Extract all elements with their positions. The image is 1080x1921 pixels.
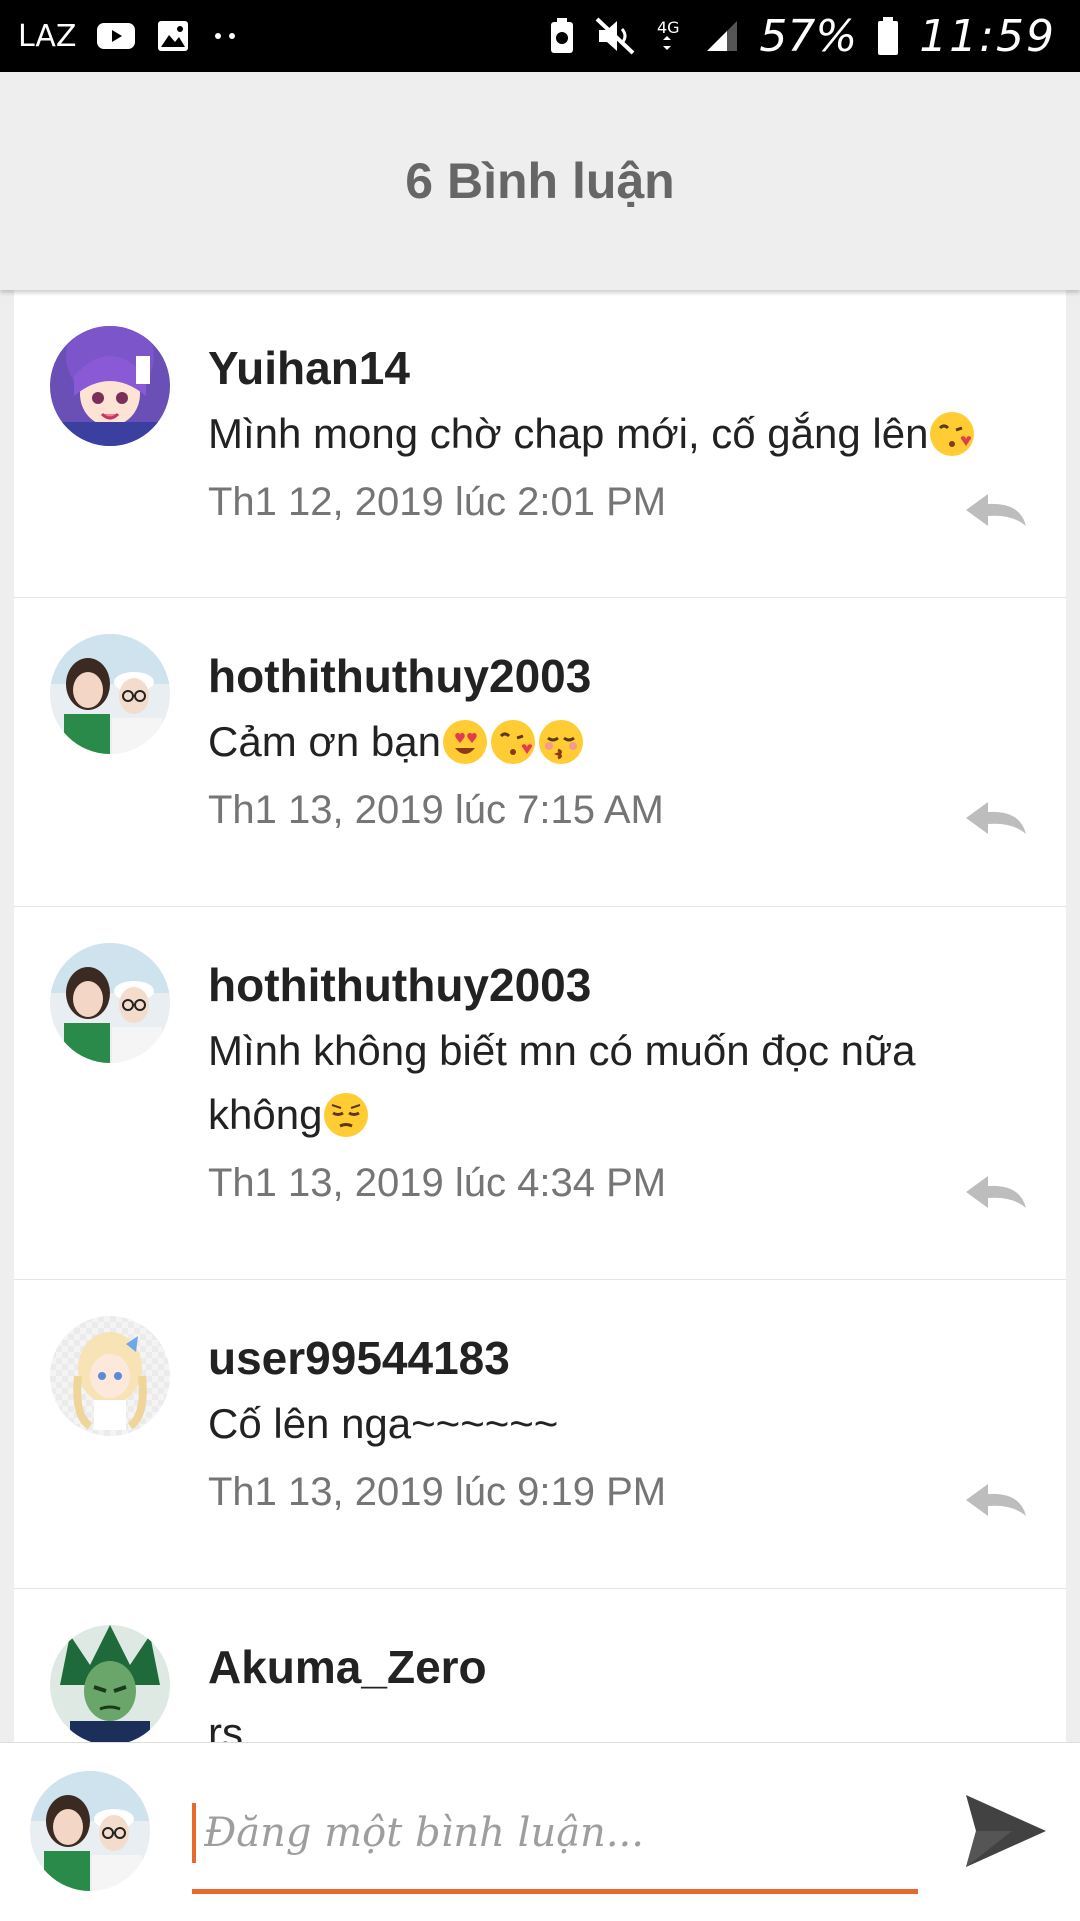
comment-text-line2: không — [208, 1091, 323, 1138]
photo-two-girls-avatar-icon — [50, 943, 170, 1063]
battery-icon — [877, 16, 899, 56]
comment-text: Cảm ơn bạn — [208, 710, 1026, 774]
comment-text-content: Cảm ơn bạn — [208, 718, 441, 765]
comment-body: user99544183 Cố lên nga~~~~~~ Th1 13, 20… — [208, 1330, 1026, 1520]
avatar[interactable] — [50, 943, 170, 1063]
comment-timestamp: Th1 13, 2019 lúc 7:15 AM — [208, 788, 664, 832]
anime-blonde-girl-avatar-icon — [50, 1316, 170, 1436]
comment-username[interactable]: hothithuthuy2003 — [208, 648, 1026, 704]
comment-body: Akuma_Zero rs — [208, 1639, 1026, 1742]
comment-text: Mình không biết mn có muốn đọc nữa không — [208, 1019, 1026, 1147]
battery-saver-icon — [549, 17, 575, 55]
photo-two-girls-avatar-icon — [30, 1771, 150, 1891]
avatar[interactable] — [50, 1625, 170, 1742]
reply-icon[interactable] — [964, 1480, 1028, 1520]
comment-text-content: Mình mong chờ chap mới, cố gắng lên — [208, 410, 929, 457]
comment-item: Yuihan14 Mình mong chờ chap mới, cố gắng… — [14, 290, 1066, 598]
heart-eyes-emoji-icon — [443, 720, 487, 764]
comment-input[interactable] — [192, 1803, 930, 1863]
comments-header: 6 Bình luận — [0, 72, 1080, 290]
avatar[interactable] — [50, 1316, 170, 1436]
status-bar-right: 4G 57% 11:59 — [549, 11, 1056, 62]
kissing-heart-emoji-icon — [491, 720, 535, 764]
page-title: 6 Bình luận — [405, 153, 675, 209]
more-notifications-icon — [210, 31, 240, 41]
gallery-icon — [156, 19, 190, 53]
comment-username[interactable]: user99544183 — [208, 1330, 1026, 1386]
comment-text: Mình mong chờ chap mới, cố gắng lên — [208, 402, 1026, 466]
avatar[interactable] — [50, 634, 170, 754]
comment-list[interactable]: Yuihan14 Mình mong chờ chap mới, cố gắng… — [14, 290, 1066, 1742]
avatar[interactable] — [50, 326, 170, 446]
network-4g-icon: 4G — [655, 16, 685, 56]
carrier-label: LAZ — [18, 18, 77, 54]
network-4g-label: 4G — [657, 18, 680, 37]
battery-percent: 57% — [759, 10, 858, 62]
comment-item: Akuma_Zero rs — [14, 1589, 1066, 1742]
youtube-icon — [96, 21, 136, 51]
comment-item: user99544183 Cố lên nga~~~~~~ Th1 13, 20… — [14, 1280, 1066, 1589]
pensive-emoji-icon — [324, 1093, 369, 1137]
comment-username[interactable]: Yuihan14 — [208, 340, 1026, 396]
reply-icon[interactable] — [964, 490, 1028, 530]
comment-composer — [0, 1742, 1080, 1921]
photo-two-girls-avatar-icon — [50, 634, 170, 754]
kissing-heart-emoji-icon — [930, 412, 975, 456]
anime-girl-purple-avatar-icon — [50, 326, 170, 446]
comment-username[interactable]: Akuma_Zero — [208, 1639, 1026, 1695]
comment-timestamp: Th1 12, 2019 lúc 2:01 PM — [208, 480, 667, 524]
comment-text: rs — [208, 1709, 243, 1742]
send-icon[interactable] — [962, 1791, 1048, 1871]
comment-timestamp: Th1 13, 2019 lúc 9:19 PM — [208, 1470, 667, 1514]
comment-input-underline — [192, 1889, 918, 1894]
status-bar-left: LAZ — [18, 19, 240, 54]
comment-text: Cố lên nga~~~~~~ — [208, 1400, 559, 1447]
comment-body: hothithuthuy2003 Mình không biết mn có m… — [208, 957, 1026, 1211]
signal-strength-icon — [705, 19, 739, 53]
comment-body: hothithuthuy2003 Cảm ơn bạn Th1 13, 2019… — [208, 648, 1026, 838]
comment-text-line1: Mình không biết mn có muốn đọc nữa — [208, 1027, 916, 1074]
comment-item: hothithuthuy2003 Cảm ơn bạn Th1 13, 2019… — [14, 598, 1066, 907]
comment-username[interactable]: hothithuthuy2003 — [208, 957, 1026, 1013]
mute-icon — [595, 17, 635, 55]
reply-icon[interactable] — [964, 798, 1028, 838]
comment-item: hothithuthuy2003 Mình không biết mn có m… — [14, 907, 1066, 1280]
clock: 11:59 — [919, 10, 1056, 62]
comment-body: Yuihan14 Mình mong chờ chap mới, cố gắng… — [208, 340, 1026, 530]
kissing-closed-eyes-emoji-icon — [539, 720, 583, 764]
current-user-avatar[interactable] — [30, 1771, 150, 1891]
status-bar: LAZ 4G 57% 11:59 — [0, 0, 1080, 72]
anime-green-character-avatar-icon — [50, 1625, 170, 1742]
comment-timestamp: Th1 13, 2019 lúc 4:34 PM — [208, 1161, 667, 1205]
reply-icon[interactable] — [964, 1172, 1028, 1212]
